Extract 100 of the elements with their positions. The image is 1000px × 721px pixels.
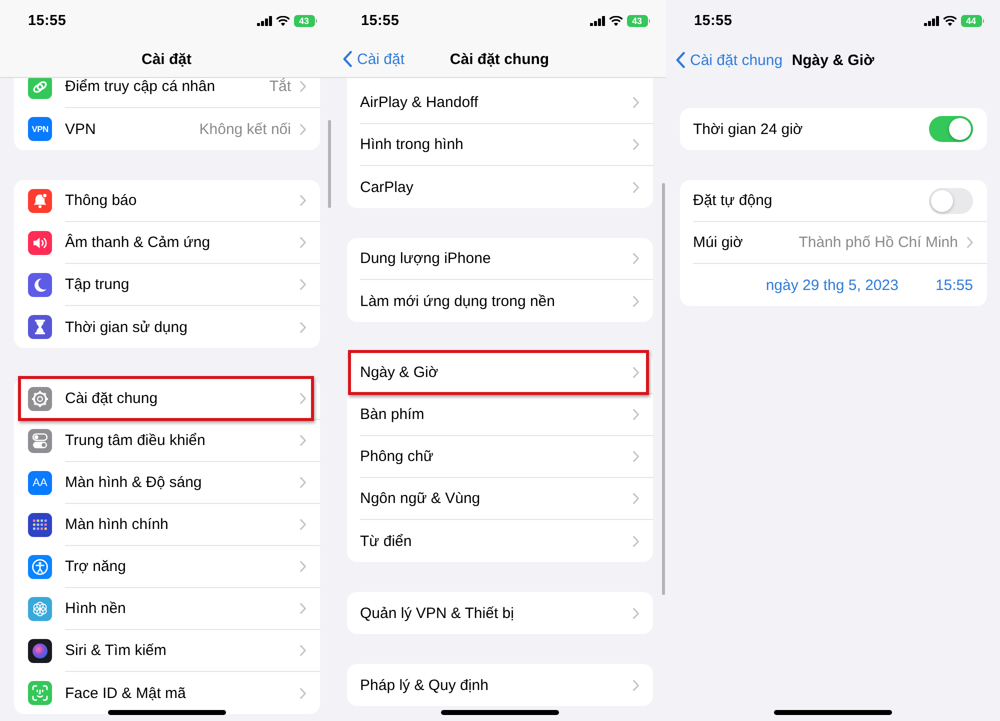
moon-icon <box>28 273 52 297</box>
chevron-right-icon <box>300 124 306 134</box>
speaker-icon <box>28 231 52 255</box>
signal-icon <box>590 16 604 26</box>
gear-icon <box>28 387 52 411</box>
status-time: 15:55 <box>361 12 400 29</box>
date-value[interactable]: ngày 29 thg 5, 2023 <box>766 276 898 294</box>
time-value[interactable]: 15:55 <box>935 276 973 294</box>
bell-icon <box>28 189 52 213</box>
row-label: Thời gian sử dụng <box>65 318 188 336</box>
hourglass-icon <box>28 315 52 339</box>
settings-row[interactable]: Hình nền <box>14 588 320 630</box>
nav-title: Cài đặt chung <box>450 50 550 68</box>
row-label: Màn hình chính <box>65 516 168 533</box>
chevron-right-icon <box>633 493 639 504</box>
row-label: Điểm truy cập cá nhân <box>65 78 216 95</box>
battery-icon: 44 <box>960 15 984 27</box>
row-label: Quản lý VPN & Thiết bị <box>360 604 514 622</box>
chevron-right-icon <box>633 536 639 546</box>
back-button[interactable]: Cài đặt <box>343 50 405 68</box>
chevron-right-icon <box>300 645 306 656</box>
settings-row[interactable]: Thời gian 24 giờ <box>680 108 987 150</box>
chevron-right-icon <box>633 409 639 420</box>
chevron-right-icon <box>633 182 639 192</box>
toggle-switch[interactable] <box>929 188 973 214</box>
status-time: 15:55 <box>694 13 732 29</box>
settings-row[interactable]: Quản lý VPN & Thiết bị <box>347 592 653 634</box>
chevron-right-icon <box>633 367 639 378</box>
settings-row[interactable]: Làm mới ứng dụng trong nền <box>347 280 653 322</box>
row-label: Ngày & Giờ <box>360 364 438 381</box>
toggle-switch[interactable] <box>929 116 973 142</box>
back-button[interactable]: Cài đặt chung <box>676 52 783 68</box>
settings-row[interactable]: Cài đặt chung <box>14 378 320 420</box>
wifi-icon <box>942 16 956 26</box>
chevron-right-icon <box>633 139 639 150</box>
settings-row[interactable]: VPN VPN Không kết nối <box>14 108 320 150</box>
row-label: Phông chữ <box>360 448 434 465</box>
settings-row[interactable]: Face ID & Mật mã <box>14 672 320 714</box>
settings-row[interactable]: Ngôn ngữ & Vùng <box>347 478 653 520</box>
nav-title: Ngày & Giờ <box>792 52 874 68</box>
row-label: Dung lượng iPhone <box>360 250 491 267</box>
chevron-right-icon <box>633 680 639 690</box>
row-label: Ngôn ngữ & Vùng <box>360 490 480 507</box>
chevron-right-icon <box>633 608 639 618</box>
chevron-right-icon <box>633 97 639 108</box>
row-label: Siri & Tìm kiếm <box>65 642 166 659</box>
settings-row[interactable]: Pháp lý & Quy định <box>347 664 653 706</box>
signal-icon <box>256 16 272 26</box>
settings-row[interactable]: Thời gian sử dụng <box>14 306 320 348</box>
settings-row[interactable]: Từ điển <box>347 520 653 562</box>
settings-row[interactable]: ngày 29 thg 5, 2023 15:55 <box>680 264 987 306</box>
settings-row[interactable]: Ngày & Giờ <box>347 352 653 394</box>
settings-row[interactable]: Dung lượng iPhone <box>347 238 653 280</box>
settings-row[interactable]: Siri & Tìm kiếm <box>14 630 320 672</box>
chevron-right-icon <box>300 322 306 332</box>
settings-row[interactable]: AA Màn hình & Độ sáng <box>14 462 320 504</box>
row-label: Múi giờ <box>693 234 743 251</box>
row-value: Tắt <box>269 78 291 95</box>
flower-icon <box>28 597 52 621</box>
settings-row[interactable]: Điểm truy cập cá nhân Tắt <box>14 78 320 108</box>
toggles-icon <box>28 429 52 453</box>
chevron-left-icon <box>343 51 352 68</box>
settings-row[interactable]: Trung tâm điều khiển <box>14 420 320 462</box>
battery-icon: 43 <box>294 14 317 27</box>
row-label: Hình nền <box>65 600 126 617</box>
vpn-icon: VPN <box>28 117 52 141</box>
settings-row[interactable]: Tập trung <box>14 264 320 306</box>
signal-icon <box>924 16 938 26</box>
settings-row[interactable]: Múi giờ Thành phố Hồ Chí Minh <box>680 222 987 264</box>
chevron-right-icon <box>300 519 306 530</box>
chevron-right-icon <box>633 451 639 462</box>
settings-row[interactable]: Phông chữ <box>347 436 653 478</box>
row-label: Âm thanh & Cảm ứng <box>65 234 210 251</box>
wifi-icon <box>276 16 290 26</box>
chevron-right-icon <box>300 561 306 572</box>
settings-row[interactable]: Đặt tự động <box>680 180 987 222</box>
wifi-icon <box>608 16 622 26</box>
orb-icon <box>28 639 52 663</box>
settings-row[interactable]: Thông báo <box>14 180 320 222</box>
row-label: Trợ năng <box>65 558 126 575</box>
text-size-icon: AA <box>28 471 52 495</box>
app-grid-icon <box>28 513 52 537</box>
face-icon <box>28 681 52 705</box>
settings-row[interactable]: AirPlay & Handoff <box>347 82 653 124</box>
chevron-right-icon <box>300 477 306 488</box>
settings-row[interactable]: Trợ năng <box>14 546 320 588</box>
settings-row[interactable]: Âm thanh & Cảm ứng <box>14 222 320 264</box>
row-label: Từ điển <box>360 532 412 550</box>
settings-row[interactable]: Màn hình chính <box>14 504 320 546</box>
chevron-right-icon <box>300 688 306 698</box>
nav-title: Cài đặt <box>141 50 192 68</box>
row-label: VPN <box>65 120 96 138</box>
settings-row[interactable]: Bàn phím <box>347 394 653 436</box>
chevron-right-icon <box>633 253 639 264</box>
row-label: Trung tâm điều khiển <box>65 432 206 449</box>
settings-row[interactable]: Hình trong hình <box>347 124 653 166</box>
settings-row[interactable]: CarPlay <box>347 166 653 208</box>
row-label: Thời gian 24 giờ <box>693 120 803 138</box>
row-label: Màn hình & Độ sáng <box>65 474 202 491</box>
chevron-right-icon <box>300 393 306 404</box>
